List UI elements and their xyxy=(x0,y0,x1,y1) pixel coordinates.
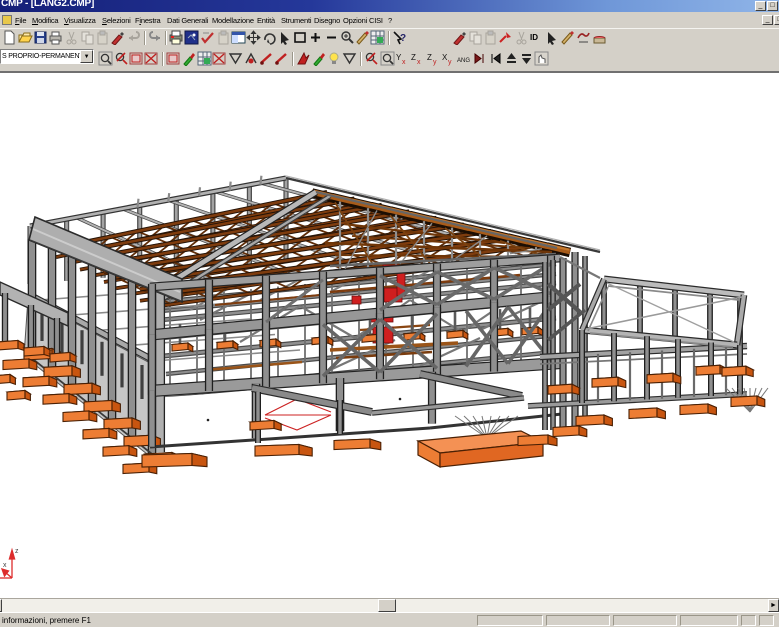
svg-text:z: z xyxy=(15,548,19,555)
svg-text:x: x xyxy=(3,562,7,569)
svg-text:x: x xyxy=(417,59,421,66)
svg-text:Z: Z xyxy=(427,53,432,62)
svg-text:ANG: ANG xyxy=(457,58,470,64)
svg-text:Z: Z xyxy=(411,53,416,62)
svg-text:y: y xyxy=(448,59,452,66)
svg-text:y: y xyxy=(433,59,437,66)
svg-text:x: x xyxy=(402,59,406,66)
svg-text:?: ? xyxy=(400,33,406,44)
